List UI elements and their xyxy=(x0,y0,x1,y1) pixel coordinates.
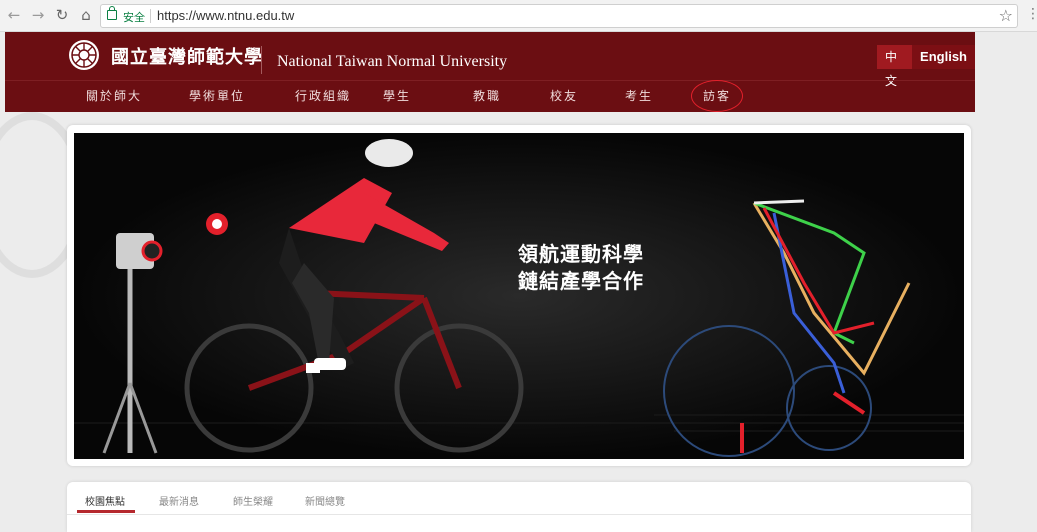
address-bar[interactable]: 安全 https://www.ntnu.edu.tw ☆ xyxy=(100,4,1018,28)
red-annotation-circle xyxy=(691,80,743,112)
secure-label: 安全 xyxy=(123,11,145,24)
browser-toolbar: ← → ↻ ⌂ 安全 https://www.ntnu.edu.tw ☆ ⋮ xyxy=(0,0,1037,32)
menu-item-alumni[interactable]: 校友 xyxy=(550,87,578,104)
lang-english-button[interactable]: English xyxy=(912,45,975,69)
active-tab-indicator xyxy=(77,510,135,513)
lang-chinese-button[interactable]: 中文 xyxy=(877,45,912,88)
main-menu: 關於師大 學術單位 行政組織 學生 教職 校友 考生 訪客 xyxy=(5,80,975,112)
tab-campus-focus[interactable]: 校園焦點 xyxy=(85,493,125,508)
tabs-divider xyxy=(67,514,971,515)
header-divider xyxy=(261,46,262,74)
url-divider xyxy=(150,9,151,23)
hero-caption: 領航運動科學 鏈結產學合作 xyxy=(518,241,644,295)
university-name-english[interactable]: National Taiwan Normal University xyxy=(277,53,507,71)
tab-news-overview[interactable]: 新聞總覽 xyxy=(305,493,345,508)
hero-banner[interactable]: 領航運動科學 鏈結產學合作 xyxy=(74,133,964,459)
menu-item-about[interactable]: 關於師大 xyxy=(86,87,142,104)
hero-caption-line-2: 鏈結產學合作 xyxy=(518,269,644,293)
menu-item-faculty[interactable]: 教職 xyxy=(473,87,501,104)
lock-icon xyxy=(107,6,117,20)
university-logo-icon[interactable] xyxy=(68,39,100,71)
news-tabs-panel: 校園焦點 最新消息 師生榮耀 新聞總覽 xyxy=(67,482,971,532)
tab-honors[interactable]: 師生榮耀 xyxy=(233,493,273,508)
menu-item-applicants[interactable]: 考生 xyxy=(625,87,653,104)
reload-icon[interactable]: ↻ xyxy=(52,5,72,25)
hero-illustration xyxy=(74,133,964,459)
back-icon[interactable]: ← xyxy=(4,5,24,25)
language-switcher: 中文 English xyxy=(877,45,975,88)
menu-item-academics[interactable]: 學術單位 xyxy=(189,87,245,104)
forward-icon[interactable]: → xyxy=(28,5,48,25)
bookmark-star-icon[interactable]: ☆ xyxy=(999,6,1013,25)
menu-item-administration[interactable]: 行政組織 xyxy=(295,87,351,104)
home-icon[interactable]: ⌂ xyxy=(76,5,96,25)
site-header: 國立臺灣師範大學 National Taiwan Normal Universi… xyxy=(5,32,975,112)
hero-caption-line-1: 領航運動科學 xyxy=(518,242,644,266)
tab-latest-news[interactable]: 最新消息 xyxy=(159,493,199,508)
browser-menu-icon[interactable]: ⋮ xyxy=(1026,6,1037,22)
menu-item-students[interactable]: 學生 xyxy=(383,87,411,104)
url-text[interactable]: https://www.ntnu.edu.tw xyxy=(157,8,294,23)
university-name-chinese[interactable]: 國立臺灣師範大學 xyxy=(111,43,263,69)
